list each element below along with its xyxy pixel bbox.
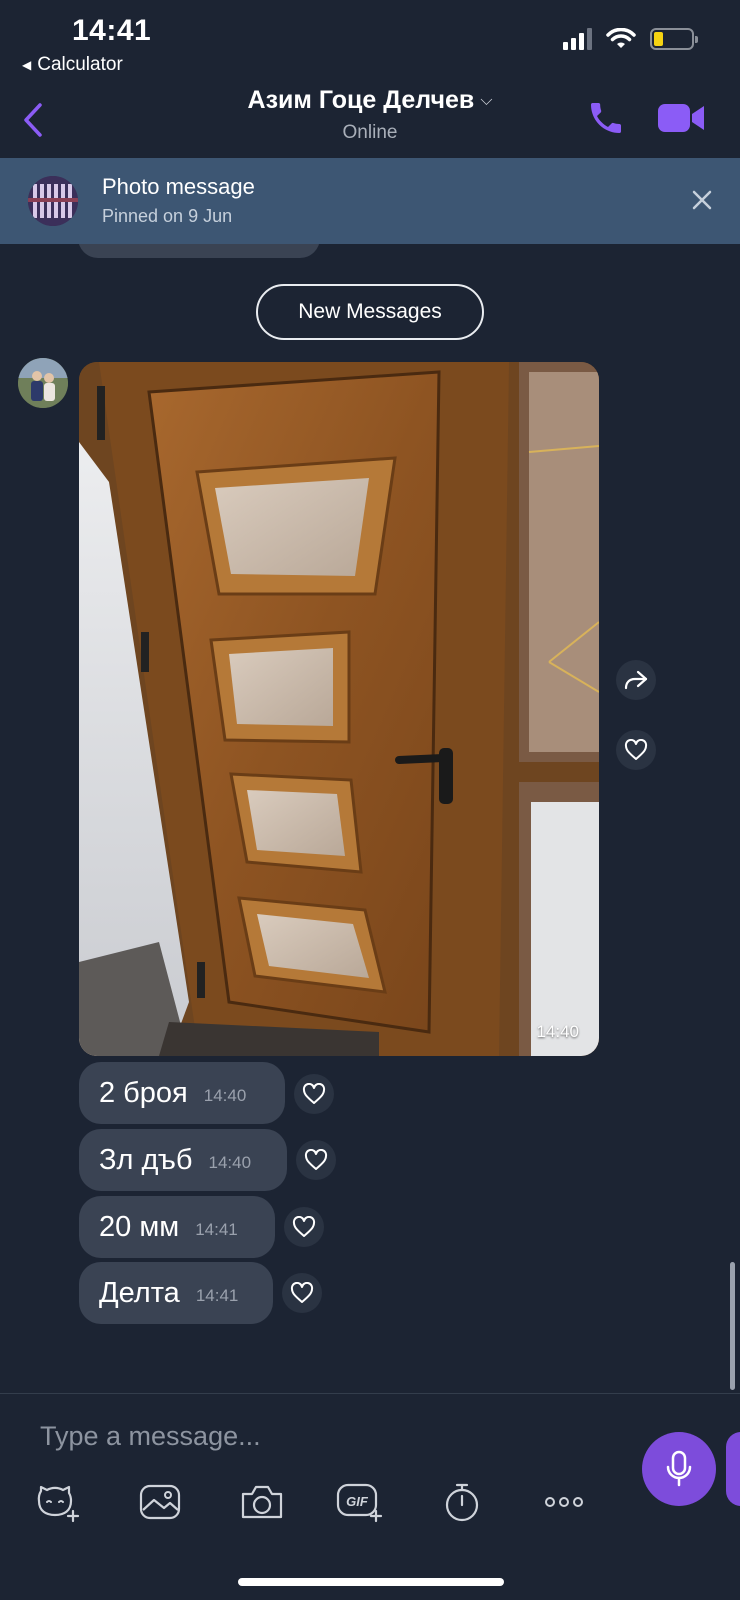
- timer-icon: [445, 1483, 479, 1522]
- svg-text:GIF: GIF: [346, 1494, 369, 1509]
- heart-icon: [292, 1216, 316, 1237]
- chat-screen: 14:41 ◀ Calculator Азим Гоце Делчев ⌵ Onl…: [0, 0, 740, 1600]
- composer-divider: [0, 1393, 740, 1394]
- forward-button[interactable]: [616, 660, 656, 700]
- wifi-icon: [606, 28, 636, 48]
- status-icons: [563, 28, 698, 50]
- chevron-down-icon: ⌵: [480, 92, 493, 110]
- like-message-button[interactable]: [284, 1207, 324, 1247]
- voice-message-button[interactable]: [642, 1432, 716, 1506]
- pinned-message-bar[interactable]: Photo message Pinned on 9 Jun: [0, 158, 740, 244]
- chat-scrollbar[interactable]: [730, 1262, 735, 1390]
- forward-arrow-icon: [624, 670, 648, 690]
- message-time: 14:41: [195, 1286, 239, 1305]
- status-time: 14:41: [72, 14, 152, 47]
- gallery-button[interactable]: [136, 1478, 184, 1526]
- pinned-subtitle: Pinned on 9 Jun: [102, 206, 233, 226]
- phone-icon: [591, 103, 621, 133]
- like-message-button[interactable]: [282, 1273, 322, 1313]
- photo-message[interactable]: 14:40: [79, 362, 599, 1056]
- new-messages-button[interactable]: New Messages: [256, 284, 484, 340]
- like-photo-button[interactable]: [616, 730, 656, 770]
- contact-status: Online: [342, 122, 398, 143]
- message-text: Делта: [99, 1276, 180, 1309]
- contact-name-button[interactable]: Азим Гоце Делчев ⌵: [0, 86, 740, 115]
- back-triangle-icon: ◀: [22, 58, 32, 72]
- heart-icon: [624, 739, 648, 760]
- pinned-title: Photo message: [102, 174, 255, 199]
- timer-button[interactable]: [438, 1478, 486, 1526]
- message-text: 2 броя: [99, 1076, 188, 1109]
- video-camera-icon: [658, 104, 704, 132]
- like-message-button[interactable]: [296, 1140, 336, 1180]
- door-photo: [79, 362, 599, 1056]
- camera-icon: [241, 1485, 283, 1519]
- message-text: 20 мм: [99, 1210, 180, 1243]
- message-time: 14:41: [195, 1220, 238, 1239]
- heart-icon: [304, 1149, 328, 1170]
- gif-button[interactable]: GIF: [336, 1478, 384, 1526]
- message-bubble[interactable]: 20 мм 14:41: [79, 1196, 275, 1258]
- back-app-label: Calculator: [37, 54, 123, 75]
- gif-icon: GIF: [336, 1483, 383, 1523]
- contact-name: Азим Гоце Делчев: [247, 86, 475, 114]
- unpin-close-button[interactable]: [686, 184, 718, 216]
- heart-icon: [290, 1282, 314, 1303]
- more-icon: [545, 1497, 583, 1507]
- photo-timestamp: 14:40: [536, 1022, 579, 1041]
- message-bubble[interactable]: Зл дъб 14:40: [79, 1129, 287, 1191]
- message-text: Зл дъб: [99, 1143, 193, 1176]
- back-to-app-link[interactable]: ◀ Calculator: [22, 54, 123, 76]
- close-icon: [692, 190, 712, 210]
- gallery-icon: [139, 1484, 181, 1520]
- home-indicator[interactable]: [238, 1578, 504, 1586]
- sticker-icon: [37, 1485, 80, 1523]
- microphone-icon: [666, 1450, 692, 1487]
- cellular-signal-icon: [563, 28, 592, 50]
- chat-header: Азим Гоце Делчев ⌵ Online: [0, 82, 740, 158]
- avatar[interactable]: [18, 358, 68, 408]
- battery-icon: [650, 28, 698, 50]
- message-time: 14:40: [208, 1153, 252, 1172]
- heart-icon: [302, 1083, 326, 1104]
- battery-level: [654, 32, 663, 46]
- message-bubble[interactable]: Делта 14:41: [79, 1262, 273, 1324]
- secondary-action-button[interactable]: [726, 1432, 740, 1506]
- message-time: 14:40: [203, 1086, 247, 1105]
- call-button[interactable]: [586, 98, 626, 138]
- more-options-button[interactable]: [540, 1478, 588, 1526]
- video-call-button[interactable]: [656, 100, 706, 136]
- like-message-button[interactable]: [294, 1074, 334, 1114]
- camera-button[interactable]: [238, 1478, 286, 1526]
- sticker-button[interactable]: [34, 1478, 82, 1526]
- message-bubble[interactable]: 2 броя 14:40: [79, 1062, 285, 1124]
- message-input[interactable]: [40, 1414, 600, 1458]
- pinned-thumbnail: [28, 176, 78, 226]
